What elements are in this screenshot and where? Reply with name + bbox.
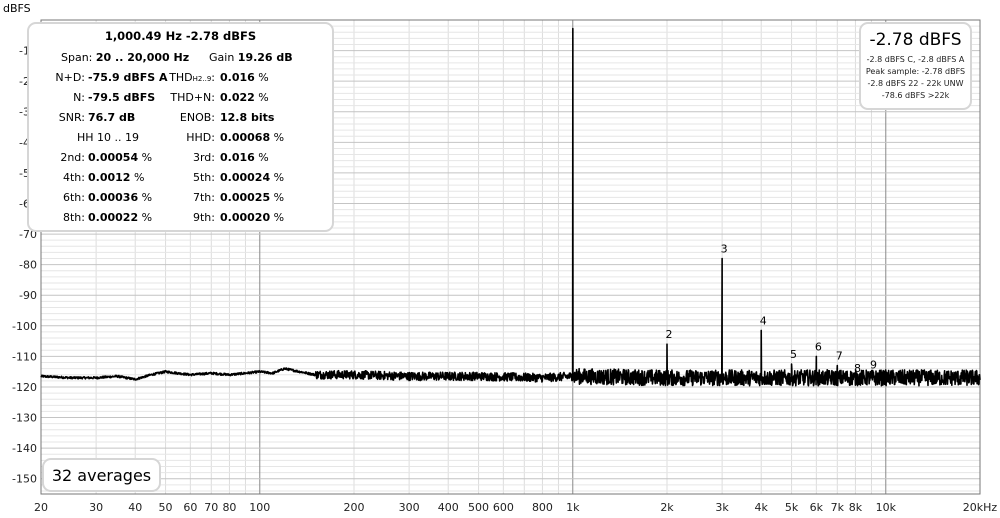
x-tick-label: 6k: [810, 501, 824, 514]
harmonic-label-6: 6: [815, 340, 822, 353]
gain-row: Gain 19.26 dB: [209, 51, 293, 64]
y-tick-label: -150: [12, 473, 37, 486]
y-tick-label: -140: [12, 442, 37, 455]
level-above-22k: -78.6 dBFS >22k: [881, 91, 950, 100]
x-tick-label: 80: [222, 501, 236, 514]
harmonic-5-label: 5th:: [193, 171, 215, 184]
enob-label: ENOB:: [179, 111, 215, 124]
x-tick-label: 100: [249, 501, 270, 514]
y-tick-label: -90: [19, 289, 37, 302]
x-tick-label: 400: [438, 501, 459, 514]
x-tick-label: 10k: [876, 501, 897, 514]
averages-count: 32 averages: [51, 466, 152, 485]
x-tick-label: 800: [532, 501, 553, 514]
x-tick-label: 300: [399, 501, 420, 514]
harmonic-3-value: 0.016 %: [220, 151, 269, 164]
x-tick-label: 600: [493, 501, 514, 514]
y-axis-label: dBFS: [3, 2, 31, 15]
x-tick-label: 40: [128, 501, 142, 514]
span-value: 20 .. 20,000 Hz: [95, 51, 190, 64]
harmonic-9-label: 9th:: [193, 211, 215, 224]
y-tick-label: -110: [12, 350, 37, 363]
x-tick-label: 70: [204, 501, 218, 514]
enob-value: 12.8 bits: [220, 111, 275, 124]
y-tick-label: -120: [12, 381, 37, 394]
thd-value: 0.016 %: [220, 71, 269, 84]
harmonic-3-label: 3rd:: [192, 151, 215, 164]
thdn-label: THD+N:: [170, 91, 215, 104]
x-tick-label: 30: [89, 501, 103, 514]
harmonic-label-3: 3: [721, 243, 728, 256]
y-tick-label: -80: [19, 259, 37, 272]
x-tick-label: 500: [468, 501, 489, 514]
gain-value: 19.26 dB: [237, 51, 293, 64]
level-panel[interactable]: -2.78 dBFS -2.8 dBFS C, -2.8 dBFS A Peak…: [859, 22, 972, 110]
x-tick-label: 5k: [785, 501, 799, 514]
x-tick-label: 4k: [755, 501, 769, 514]
thdn-value: 0.022 %: [220, 91, 269, 104]
hhd-value: 0.00068 %: [220, 131, 285, 144]
harmonic-7-label: 7th:: [193, 191, 215, 204]
fundamental-header: 1,000.49 Hz -2.78 dBFS: [104, 29, 257, 43]
span-label: Span:: [61, 51, 93, 64]
x-tick-label: 1k: [566, 501, 580, 514]
level-readout: -2.78 dBFS: [869, 30, 962, 50]
y-tick-label: -130: [12, 412, 37, 425]
gain-label: Gain: [209, 51, 235, 64]
x-tick-label: 20kHz: [963, 501, 998, 514]
harmonic-label-7: 7: [836, 350, 843, 363]
harmonic-label-8: 8: [854, 362, 861, 375]
x-tick-label: 200: [344, 501, 365, 514]
harmonic-labels: 2 3 4 5 6 78 9: [666, 243, 877, 375]
level-weighted: -2.8 dBFS C, -2.8 dBFS A: [866, 55, 965, 64]
harmonic-label-9: 9: [870, 359, 877, 372]
level-unweighted: -2.8 dBFS 22 - 22k UNW: [867, 79, 964, 88]
x-tick-label: 2k: [660, 501, 674, 514]
level-peak-sample: Peak sample: -2.78 dBFS: [865, 67, 966, 76]
span-row: Span: 20 .. 20,000 Hz: [61, 51, 189, 64]
harmonic-9-value: 0.00020 %: [220, 211, 285, 224]
x-tick-label: 60: [183, 501, 197, 514]
harmonic-label-5: 5: [790, 348, 797, 361]
x-tick-label: 7k: [831, 501, 845, 514]
x-tick-label: 20: [34, 501, 48, 514]
x-tick-label: 8k: [849, 501, 863, 514]
y-tick-label: -100: [12, 320, 37, 333]
averages-panel[interactable]: 32 averages: [42, 458, 161, 492]
harmonic-5-value: 0.00024 %: [220, 171, 285, 184]
thd-label: THDH2..9:: [169, 71, 215, 84]
harmonic-7-value: 0.00025 %: [220, 191, 285, 204]
x-axis-ticks: 20 30 40 50 60 70 80 100 200 300 400 500 600 800 1k 2k 3…: [34, 501, 997, 514]
hhd-label: HHD:: [186, 131, 215, 144]
measurement-panel[interactable]: 1,000.49 Hz -2.78 dBFS Span: 20 .. 20,00…: [27, 22, 334, 232]
x-tick-label: 3k: [715, 501, 729, 514]
x-tick-label: 50: [159, 501, 173, 514]
harmonic-label-2: 2: [666, 328, 673, 341]
harmonic-label-4: 4: [760, 314, 767, 327]
